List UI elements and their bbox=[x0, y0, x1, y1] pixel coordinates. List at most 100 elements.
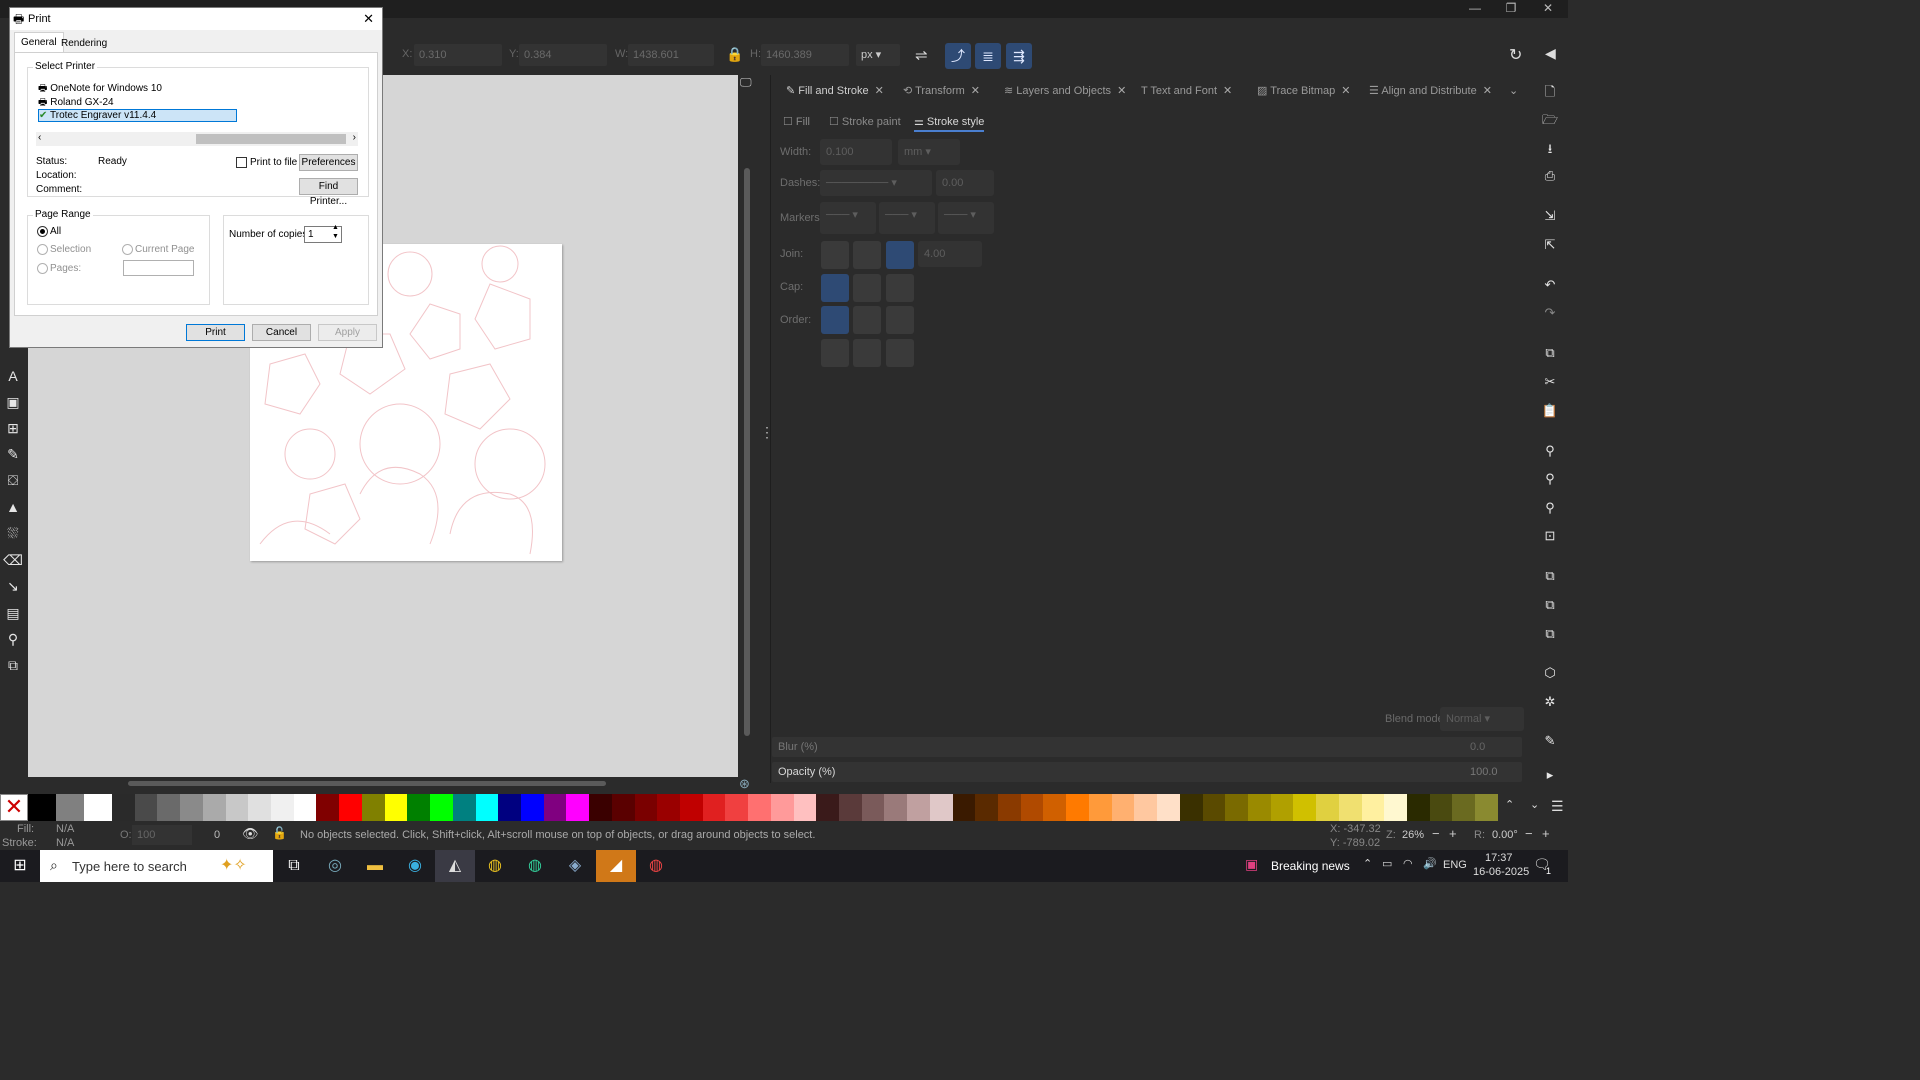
round-join-icon[interactable] bbox=[853, 241, 881, 269]
chrome-alt-icon[interactable]: ◍ bbox=[636, 850, 676, 882]
zoom-tool-icon[interactable]: ⚲ bbox=[0, 627, 26, 651]
tab-align-and-distribute[interactable]: ☰ Align and Distribute ✕ bbox=[1369, 84, 1492, 100]
palette-swatch[interactable] bbox=[679, 794, 703, 821]
cancel-button[interactable]: Cancel bbox=[252, 324, 311, 341]
miter-limit-field[interactable]: 4.00 bbox=[918, 241, 982, 267]
text-tool-icon[interactable]: A bbox=[0, 364, 26, 388]
connector-tool-icon[interactable]: ↘ bbox=[0, 574, 26, 598]
palette-swatch[interactable] bbox=[566, 794, 590, 821]
palette-swatch[interactable] bbox=[1043, 794, 1067, 821]
dialog-close-icon[interactable]: ✕ bbox=[363, 8, 374, 30]
gradient-tool-icon[interactable]: ▣ bbox=[0, 390, 26, 414]
h-field[interactable]: 1460.389 bbox=[761, 44, 849, 66]
more-commands-icon[interactable]: ▸ bbox=[1537, 763, 1563, 787]
palette-swatch[interactable] bbox=[543, 794, 567, 821]
chrome-icon[interactable]: ◍ bbox=[475, 850, 515, 882]
edge-icon[interactable]: ◉ bbox=[395, 850, 435, 882]
news-text[interactable]: Breaking news bbox=[1271, 859, 1350, 873]
y-field[interactable]: 0.384 bbox=[519, 44, 607, 66]
palette-swatch[interactable] bbox=[748, 794, 771, 821]
fill-stroke-dialog-icon[interactable]: ✎ bbox=[1537, 729, 1563, 753]
move-gradients-icon[interactable]: ≣ bbox=[975, 43, 1001, 69]
palette-swatch[interactable] bbox=[56, 794, 84, 821]
network-adapter-icon[interactable]: ▭ bbox=[1382, 857, 1392, 870]
undo-icon[interactable]: ↶ bbox=[1537, 273, 1563, 297]
zoom-in-icon[interactable]: + bbox=[1449, 826, 1457, 841]
palette-swatch[interactable] bbox=[929, 794, 953, 821]
lock-icon[interactable]: 🔒 bbox=[726, 46, 743, 63]
move-patterns-icon[interactable]: ⇶ bbox=[1006, 43, 1032, 69]
palette-swatch[interactable] bbox=[134, 794, 158, 821]
radio-pages[interactable] bbox=[37, 263, 48, 274]
palette-swatch[interactable] bbox=[1088, 794, 1112, 821]
close-tab-icon[interactable]: ✕ bbox=[1483, 85, 1492, 97]
active-app-icon[interactable]: ◢ bbox=[596, 850, 636, 882]
scroll-left-icon[interactable]: ‹ bbox=[38, 132, 41, 143]
close-window-button[interactable]: ✕ bbox=[1528, 0, 1568, 18]
palette-swatch[interactable] bbox=[1475, 794, 1498, 821]
no-paint-swatch[interactable]: ✕ bbox=[0, 794, 28, 821]
palette-swatch[interactable] bbox=[1293, 794, 1317, 821]
palette-swatch[interactable] bbox=[975, 794, 999, 821]
radio-all[interactable] bbox=[37, 226, 48, 237]
palette-swatch[interactable] bbox=[28, 794, 56, 821]
paint-bucket-icon[interactable]: ⛋ bbox=[0, 468, 26, 492]
redo-icon[interactable]: ↷ bbox=[1537, 301, 1563, 325]
palette-swatch[interactable] bbox=[339, 794, 362, 821]
end-marker-select[interactable]: ─── ▾ bbox=[938, 202, 994, 234]
palette-swatch[interactable] bbox=[1247, 794, 1271, 821]
palette-swatch[interactable] bbox=[452, 794, 476, 821]
tabs-overflow-icon[interactable]: ⌄ bbox=[1509, 84, 1518, 97]
subtab-stroke-paint[interactable]: ☐ Stroke paint bbox=[829, 115, 901, 128]
chrome-profile-icon[interactable]: ◍ bbox=[515, 850, 555, 882]
palette-swatch[interactable] bbox=[793, 794, 817, 821]
palette-swatch[interactable] bbox=[1157, 794, 1180, 821]
tray-chevron-icon[interactable]: ⌃ bbox=[1363, 857, 1372, 870]
unit-select[interactable]: px ▾ bbox=[856, 44, 900, 66]
palette-swatch[interactable] bbox=[248, 794, 272, 821]
copilot-icon[interactable]: ◎ bbox=[315, 850, 355, 882]
preferences-button[interactable]: Preferences bbox=[299, 154, 358, 171]
rotate-cw-icon[interactable]: + bbox=[1542, 826, 1550, 841]
palette-swatch[interactable] bbox=[475, 794, 499, 821]
language-indicator[interactable]: ENG bbox=[1443, 859, 1467, 871]
palette-swatch[interactable] bbox=[952, 794, 976, 821]
spray-tool-icon[interactable]: ⛆ bbox=[0, 521, 26, 545]
minimize-button[interactable]: — bbox=[1455, 0, 1495, 18]
zoom-page-icon[interactable]: ⚲ bbox=[1537, 496, 1563, 520]
dashes-select[interactable]: ──────── ▾ bbox=[820, 170, 932, 196]
palette-swatch[interactable] bbox=[770, 794, 794, 821]
palette-swatch[interactable] bbox=[1452, 794, 1476, 821]
zoom-selection-icon[interactable]: ⚲ bbox=[1537, 439, 1563, 463]
tab-layers-and-objects[interactable]: ≋ Layers and Objects ✕ bbox=[1004, 84, 1126, 100]
pages-tool-icon[interactable]: ⧉ bbox=[0, 653, 26, 677]
printer-list-scrollbar[interactable]: ‹ › bbox=[36, 132, 358, 146]
volume-icon[interactable]: 🔊 bbox=[1423, 857, 1437, 870]
task-view-icon[interactable]: ⧉ bbox=[274, 850, 314, 882]
ungroup-icon[interactable]: ✲ bbox=[1537, 690, 1563, 714]
unlink-clone-icon[interactable]: ⧉ bbox=[1537, 622, 1563, 646]
palette-swatch[interactable] bbox=[839, 794, 862, 821]
zoom-out-icon[interactable]: − bbox=[1432, 826, 1440, 841]
width-unit-select[interactable]: mm ▾ bbox=[898, 139, 960, 165]
palette-swatch[interactable] bbox=[1429, 794, 1453, 821]
dropper-tool-icon[interactable]: ✎ bbox=[0, 442, 26, 466]
order-markers-stroke-fill-icon[interactable] bbox=[886, 339, 914, 367]
open-file-icon[interactable]: 🗁 bbox=[1537, 108, 1563, 132]
tab-general[interactable]: General bbox=[14, 32, 64, 52]
file-explorer-icon[interactable]: ▬ bbox=[355, 850, 395, 882]
palette-swatch[interactable] bbox=[657, 794, 680, 821]
commands-toggle-icon[interactable]: ◀ bbox=[1545, 45, 1556, 62]
import-icon[interactable]: ⇲ bbox=[1537, 204, 1563, 228]
zoom-page-width-icon[interactable]: ⊡ bbox=[1537, 524, 1563, 548]
radio-current-page[interactable] bbox=[122, 244, 133, 255]
print-to-file-checkbox[interactable] bbox=[236, 157, 247, 168]
palette-swatch[interactable] bbox=[498, 794, 521, 821]
miter-join-icon[interactable] bbox=[886, 241, 914, 269]
subtab-fill[interactable]: ☐ Fill bbox=[783, 115, 810, 128]
rotation-value[interactable]: 0.00° bbox=[1492, 829, 1518, 841]
width-field[interactable]: 0.100 bbox=[820, 139, 892, 165]
palette-swatch[interactable] bbox=[157, 794, 181, 821]
bevel-join-icon[interactable] bbox=[821, 241, 849, 269]
palette-swatch[interactable] bbox=[316, 794, 340, 821]
